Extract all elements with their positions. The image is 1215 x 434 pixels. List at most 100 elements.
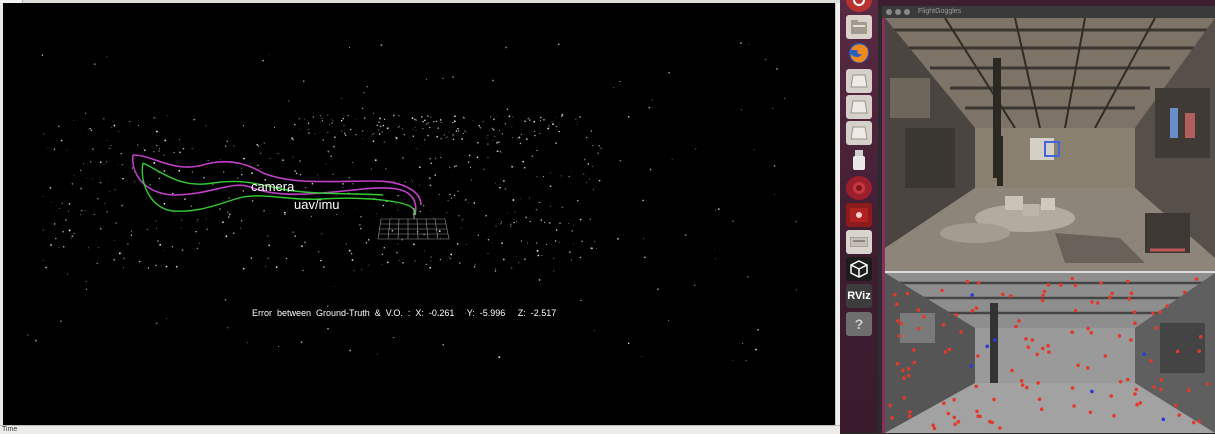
- cloud-point: [341, 130, 343, 132]
- cloud-point: [219, 208, 221, 210]
- cloud-point: [325, 163, 327, 165]
- window-1-icon[interactable]: [846, 69, 872, 93]
- cloud-point: [524, 120, 527, 123]
- cloud-point: [591, 247, 593, 250]
- cloud-point: [502, 258, 505, 261]
- feature-point: [976, 281, 981, 285]
- feature-point: [965, 280, 970, 284]
- feature-point: [893, 292, 897, 297]
- cloud-point: [299, 174, 302, 176]
- cloud-point: [334, 136, 336, 139]
- cloud-point: [548, 125, 550, 127]
- cloud-point: [540, 219, 543, 221]
- cloud-point: [197, 218, 199, 220]
- cloud-point: [577, 121, 579, 123]
- cloud-point: [525, 216, 528, 219]
- cloud-point: [498, 130, 500, 132]
- cloud-point: [164, 139, 167, 142]
- cloud-point: [233, 145, 235, 147]
- app-red-icon[interactable]: [846, 176, 872, 200]
- cloud-point: [492, 79, 494, 82]
- cloud-point: [402, 262, 404, 264]
- feature-point: [1042, 289, 1047, 294]
- cloud-point: [295, 172, 298, 175]
- cloud-point: [413, 243, 415, 246]
- cloud-point: [549, 185, 552, 188]
- cloud-point: [649, 168, 652, 171]
- cloud-point: [745, 359, 747, 362]
- cloud-point: [468, 154, 471, 157]
- cloud-point: [585, 136, 588, 139]
- feature-point: [1014, 324, 1018, 329]
- cloud-point: [556, 126, 558, 128]
- cloud-point: [84, 112, 87, 115]
- close-icon[interactable]: [886, 9, 892, 15]
- minimize-icon[interactable]: [895, 9, 901, 15]
- cloud-point: [403, 134, 405, 136]
- feature-point: [1090, 389, 1094, 394]
- cloud-point: [122, 177, 124, 180]
- cloud-point: [115, 222, 118, 224]
- cloud-point: [299, 128, 300, 130]
- maximize-icon[interactable]: [904, 9, 910, 15]
- cloud-point: [470, 166, 472, 168]
- cloud-point: [42, 229, 44, 231]
- cloud-point: [379, 116, 381, 118]
- feature-point: [998, 426, 1002, 430]
- cloud-point: [753, 149, 755, 151]
- cloud-point: [457, 190, 459, 193]
- cloud-point: [452, 76, 454, 78]
- settings-icon[interactable]: [846, 0, 872, 12]
- cloud-point: [242, 267, 245, 270]
- cloud-point: [594, 241, 596, 243]
- cloud-point: [352, 182, 354, 185]
- cloud-point: [260, 168, 262, 170]
- cloud-point: [263, 142, 265, 144]
- cloud-point: [454, 115, 456, 118]
- cloud-point: [127, 243, 129, 245]
- cloud-point: [73, 119, 75, 121]
- cloud-point: [360, 227, 362, 230]
- cloud-point: [468, 156, 470, 158]
- cloud-point: [485, 215, 487, 217]
- window-2-icon[interactable]: [846, 95, 872, 119]
- cloud-point: [106, 56, 108, 58]
- feature-point: [1046, 283, 1051, 287]
- feature-point: [921, 314, 926, 319]
- cloud-point: [397, 194, 399, 197]
- window-3-icon[interactable]: [846, 121, 872, 145]
- cloud-point: [366, 86, 368, 88]
- cloud-point: [163, 250, 164, 252]
- cloud-point: [589, 218, 591, 220]
- cloud-point: [66, 273, 68, 275]
- cloud-point: [71, 235, 74, 237]
- cloud-point: [511, 165, 514, 168]
- cloud-point: [535, 208, 538, 211]
- cloud-point: [524, 258, 526, 260]
- cloud-point: [411, 179, 412, 181]
- feature-point: [1198, 335, 1203, 339]
- cloud-point: [182, 147, 185, 150]
- rviz-icon[interactable]: RViz: [846, 284, 872, 308]
- cloud-point: [179, 151, 181, 154]
- 3d-viewport[interactable]: camera uav/imu Error between Ground-Trut…: [3, 3, 835, 425]
- cloud-point: [538, 201, 540, 203]
- keyboard-icon[interactable]: [846, 230, 872, 254]
- cloud-point: [368, 264, 370, 266]
- feature-point: [1001, 292, 1005, 297]
- firefox-icon[interactable]: [846, 41, 872, 65]
- usb-drive-icon[interactable]: [846, 148, 872, 172]
- unity-icon[interactable]: [846, 257, 872, 281]
- cloud-point: [106, 161, 108, 163]
- cloud-point: [160, 265, 162, 267]
- cloud-point: [512, 199, 515, 201]
- screen-recorder-icon[interactable]: [846, 203, 872, 227]
- cloud-point: [571, 230, 573, 232]
- help-icon[interactable]: ?: [846, 312, 872, 336]
- cloud-point: [121, 204, 123, 207]
- cloud-point: [251, 172, 253, 175]
- files-icon[interactable]: [846, 15, 872, 39]
- cloud-point: [426, 123, 428, 125]
- feature-point: [912, 360, 917, 365]
- cloud-point: [359, 224, 361, 226]
